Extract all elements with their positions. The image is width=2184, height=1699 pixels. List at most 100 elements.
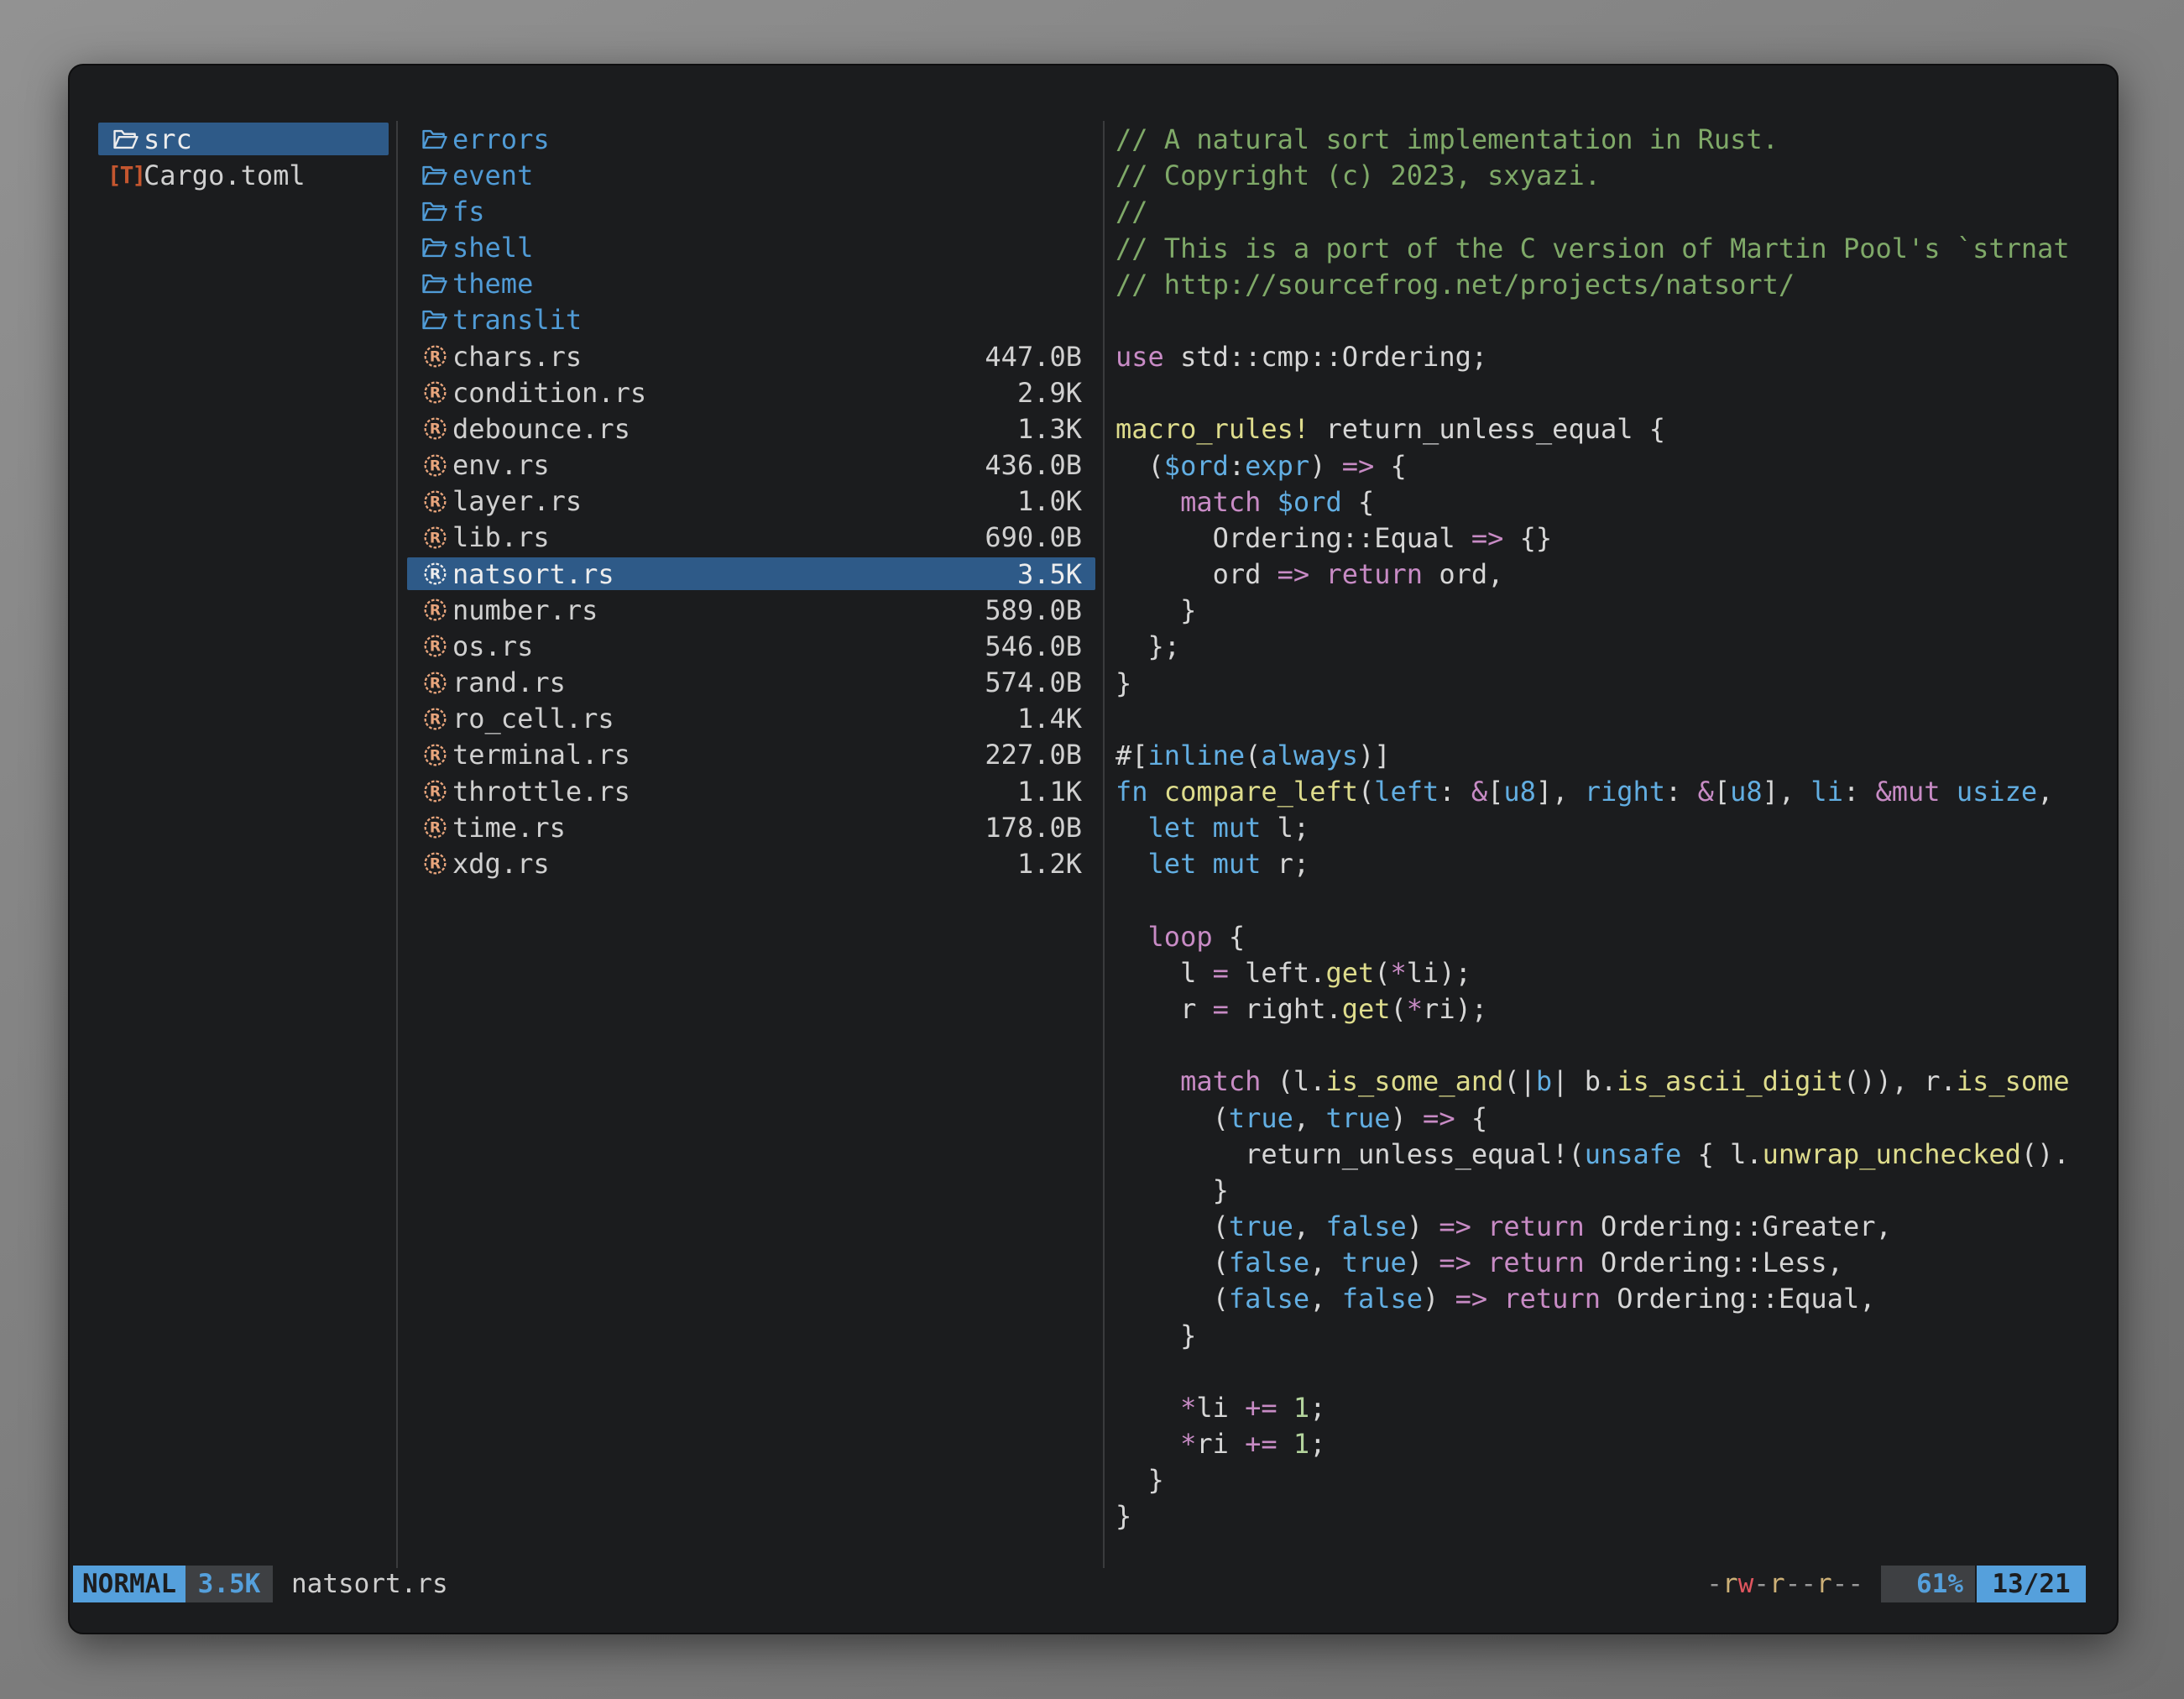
file-row[interactable]: [T]Cargo.toml [98,159,389,191]
entry-name: condition.rs [452,377,646,409]
entry-name: time.rs [452,812,566,844]
entry-name: natsort.rs [452,558,614,590]
status-filename: natsort.rs [291,1566,448,1602]
entry-size: 589.0B [985,594,1095,626]
folder-row[interactable]: event [407,159,1095,191]
code-line: macro_rules! return_unless_equal { [1116,410,1665,447]
code-line: (true, true) => { [1116,1100,1487,1137]
entry-size: 546.0B [985,630,1095,662]
svg-text:R: R [429,675,440,692]
file-row[interactable]: Rro_cell.rs1.4K [407,703,1095,735]
code-line: *li += 1; [1116,1389,1325,1426]
desktop-background: src [T]Cargo.toml errors event fs shell theme… [0,0,2184,1699]
file-row[interactable]: Rcondition.rs2.9K [407,376,1095,409]
code-line: use std::cmp::Ordering; [1116,338,1487,375]
file-row[interactable]: Rnatsort.rs 3.5K [407,557,1095,590]
folder-row[interactable]: src [98,123,389,155]
parent-directory-pane: src [T]Cargo.toml [98,121,389,1568]
file-row[interactable]: Rnumber.rs589.0B [407,593,1095,626]
terminal-window: src [T]Cargo.toml errors event fs shell theme… [68,64,2119,1634]
file-row[interactable]: Renv.rs 436.0B [407,449,1095,482]
code-line: // http://sourcefrog.net/projects/natsor… [1116,266,1795,303]
code-line: match (l.is_some_and(|b| b.is_ascii_digi… [1116,1063,2070,1100]
folder-row[interactable]: translit [407,304,1095,337]
code-line: (false, true) => return Ordering::Less, [1116,1244,1843,1281]
svg-text:R: R [429,820,440,837]
code-line: fn compare_left(left: &[u8], right: &[u8… [1116,773,2053,810]
rust-file-icon: R [417,415,452,442]
entry-size: 1.1K [1017,776,1095,808]
scroll-percent-badge: 61% [1881,1566,1975,1602]
file-row[interactable]: Rdebounce.rs1.3K [407,412,1095,445]
entry-name: xdg.rs [452,848,550,880]
code-line: ($ord:expr) => { [1116,447,1407,484]
svg-text:R: R [429,639,440,656]
entry-size: 690.0B [985,521,1095,553]
code-line: let mut r; [1116,845,1309,882]
folder-row[interactable]: shell [407,232,1095,264]
code-line: (true, false) => return Ordering::Greate… [1116,1208,1892,1245]
file-row[interactable]: Ros.rs546.0B [407,630,1095,662]
pane-divider-left [396,121,398,1568]
entry-size: 227.0B [985,739,1095,771]
entry-size: 436.0B [985,449,1095,481]
file-row[interactable]: Rlib.rs690.0B [407,521,1095,554]
file-row[interactable]: Rtime.rs178.0B [407,811,1095,844]
code-line: } [1116,1172,1229,1209]
entry-name: throttle.rs [452,776,630,808]
folder-open-icon [417,269,452,298]
code-line: match $ord { [1116,484,1374,520]
code-line: } [1116,1317,1196,1354]
rust-file-icon: R [417,452,452,479]
file-row[interactable]: Rchars.rs 447.0B [407,340,1095,373]
entry-name: chars.rs [452,341,582,373]
svg-text:R: R [429,856,440,873]
folder-row[interactable]: errors [407,123,1095,155]
svg-text:R: R [429,747,440,764]
code-line: }; [1116,628,1180,665]
permission-char: r [1722,1569,1738,1599]
code-line: l = left.get(*li); [1116,954,1471,991]
entry-name: rand.rs [452,667,566,698]
rust-file-icon: R [417,379,452,406]
entry-name: terminal.rs [452,739,630,771]
file-row[interactable]: Rlayer.rs1.0K [407,485,1095,518]
permission-char: r [1769,1569,1785,1599]
code-line: } [1116,592,1196,629]
file-permissions: -rw-r--r-- [1706,1566,1863,1602]
svg-text:R: R [429,349,440,366]
entry-name: number.rs [452,594,598,626]
rust-file-icon: R [417,705,452,733]
file-row[interactable]: Rthrottle.rs1.1K [407,775,1095,808]
permission-char: - [1847,1569,1863,1599]
svg-text:R: R [429,494,440,510]
svg-text:R: R [429,567,440,583]
entry-size: 1.0K [1017,485,1095,517]
code-line: return_unless_equal!(unsafe { l.unwrap_u… [1116,1136,2070,1173]
entry-size: 447.0B [985,341,1095,373]
permission-char: - [1753,1569,1769,1599]
rust-file-icon: R [417,741,452,769]
rust-file-icon: R [417,813,452,841]
current-directory-pane: errorseventfsshellthemetranslitRchars.rs… [407,121,1095,1568]
entry-size: 3.5K [1017,558,1095,590]
rust-file-icon: R [417,342,452,370]
file-row[interactable]: Rxdg.rs1.2K [407,847,1095,880]
code-line: Ordering::Equal => {} [1116,520,1552,557]
code-line: } [1116,1461,1164,1498]
code-line: #[inline(always)] [1116,737,1391,774]
folder-open-icon [417,161,452,190]
entry-name: event [452,159,533,191]
code-line: // [1116,193,1148,230]
folder-row[interactable]: fs [407,195,1095,227]
code-line: loop { [1116,918,1245,955]
folder-row[interactable]: theme [407,268,1095,301]
entry-name: env.rs [452,449,550,481]
permission-char: - [1832,1569,1848,1599]
file-row[interactable]: Rrand.rs574.0B [407,667,1095,699]
entry-name: errors [452,123,550,155]
file-preview-pane: // A natural sort implementation in Rust… [1116,121,2110,1568]
file-row[interactable]: Rterminal.rs 227.0B [407,739,1095,771]
svg-text:R: R [429,385,440,402]
folder-open-icon [108,125,144,154]
